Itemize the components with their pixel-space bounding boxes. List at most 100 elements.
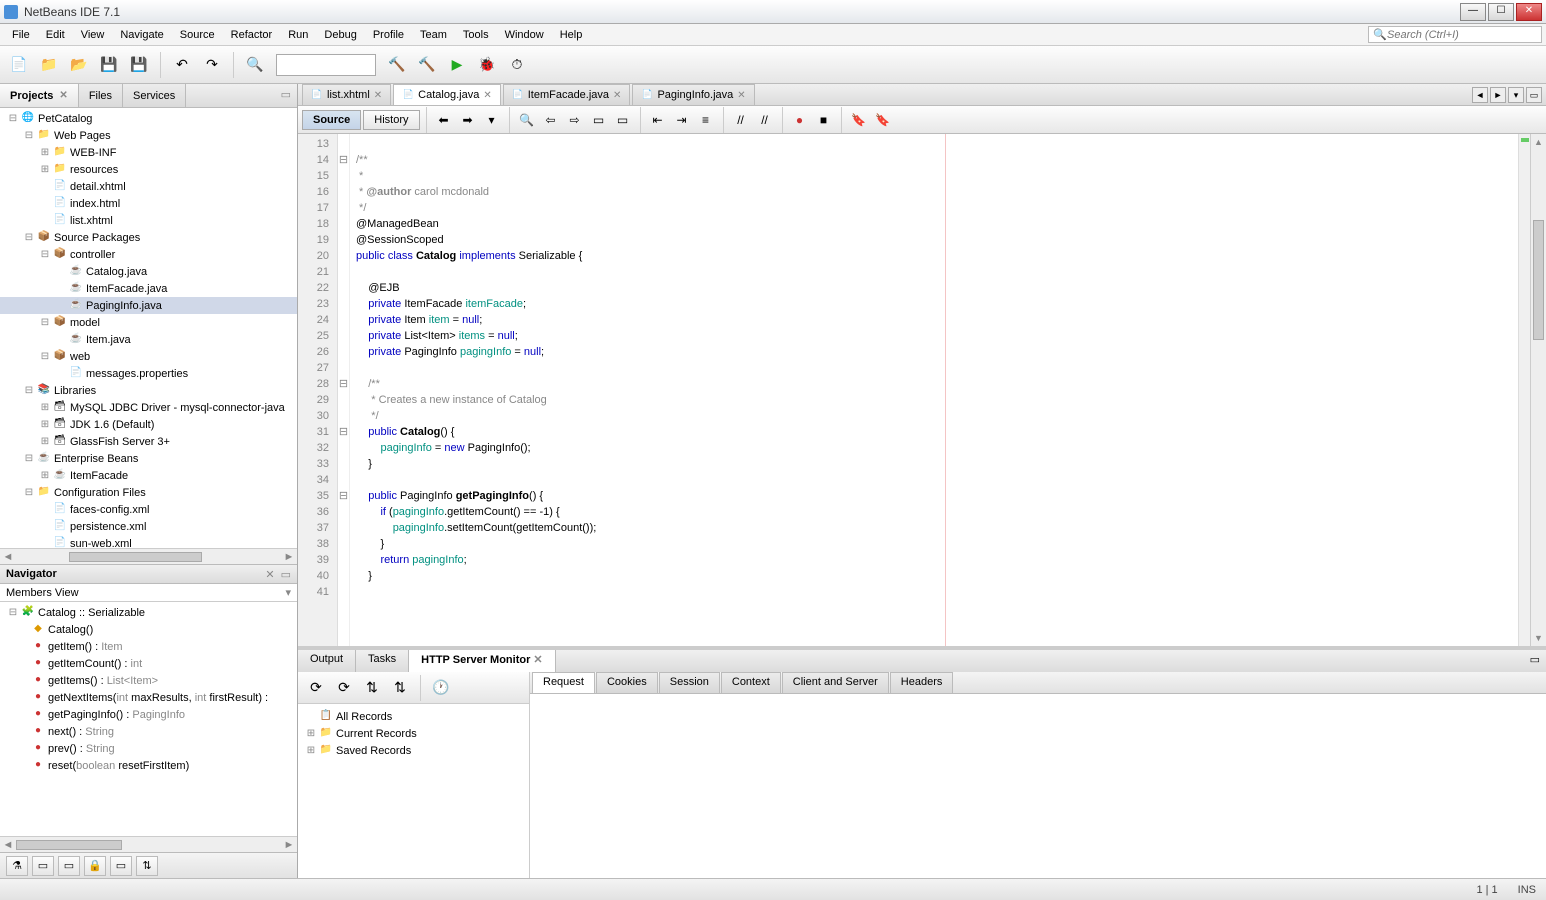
new-project-button[interactable]: 📁 <box>36 52 62 78</box>
sort-button[interactable]: ⇅ <box>136 856 158 876</box>
bookmark-button[interactable]: 🔖 <box>848 109 870 131</box>
code-editor[interactable]: /** * * @author carol mcdonald */@Manage… <box>350 134 1518 646</box>
highlight-button[interactable]: ▭ <box>588 109 610 131</box>
tree-twisty[interactable]: ⊟ <box>38 317 52 328</box>
scroll-tabs-left[interactable]: ◄ <box>1472 87 1488 103</box>
tree-twisty[interactable]: ⊞ <box>38 164 52 175</box>
editor-tab[interactable]: 📄Catalog.java✕ <box>393 84 501 105</box>
filter-button[interactable]: ⚗ <box>6 856 28 876</box>
menu-help[interactable]: Help <box>552 27 591 43</box>
member-row[interactable]: ◆Catalog() <box>0 621 297 638</box>
tree-twisty[interactable]: ⊞ <box>38 470 52 481</box>
menu-window[interactable]: Window <box>497 27 552 43</box>
undo-button[interactable]: ↶ <box>169 52 195 78</box>
uncomment-button[interactable]: // <box>754 109 776 131</box>
tree-row[interactable]: ☕Catalog.java <box>0 263 297 280</box>
menu-run[interactable]: Run <box>280 27 316 43</box>
menu-refactor[interactable]: Refactor <box>223 27 281 43</box>
sort-button[interactable]: ⇅ <box>360 676 384 700</box>
tree-twisty[interactable]: ⊟ <box>38 249 52 260</box>
tree-twisty[interactable]: ⊞ <box>38 402 52 413</box>
tree-row[interactable]: ⊞📁resources <box>0 161 297 178</box>
monitor-subtab-client-and-server[interactable]: Client and Server <box>782 672 889 693</box>
tree-twisty[interactable]: ⊞ <box>38 436 52 447</box>
tree-twisty[interactable]: ⊟ <box>22 385 36 396</box>
tree-twisty[interactable]: ⊟ <box>22 232 36 243</box>
build-button[interactable]: 🔨 <box>384 52 410 78</box>
open-button[interactable]: 📂 <box>66 52 92 78</box>
shift-right-button[interactable]: ⇥ <box>671 109 693 131</box>
member-row[interactable]: ●getPagingInfo() : PagingInfo <box>0 706 297 723</box>
member-row[interactable]: ●prev() : String <box>0 740 297 757</box>
monitor-tree[interactable]: 📋All Records⊞📁Current Records⊞📁Saved Rec… <box>298 704 529 878</box>
monitor-subtab-session[interactable]: Session <box>659 672 720 693</box>
tree-row[interactable]: ⊞🗃JDK 1.6 (Default) <box>0 416 297 433</box>
tree-row[interactable]: ☕PagingInfo.java <box>0 297 297 314</box>
tree-row[interactable]: ⊟ 🧩 Catalog :: Serializable <box>0 604 297 621</box>
next-button[interactable]: ⇨ <box>564 109 586 131</box>
tree-row[interactable]: ⊞📁Saved Records <box>300 742 527 759</box>
minimize-panel-icon[interactable]: ▭ <box>281 568 291 581</box>
menu-edit[interactable]: Edit <box>38 27 73 43</box>
close-icon[interactable]: ✕ <box>59 90 67 101</box>
editor-tab[interactable]: 📄ItemFacade.java✕ <box>503 84 631 105</box>
close-icon[interactable]: ✕ <box>737 90 745 101</box>
member-row[interactable]: ●getItems() : List<Item> <box>0 672 297 689</box>
tree-row[interactable]: ⊟📦model <box>0 314 297 331</box>
tree-row[interactable]: 📋All Records <box>300 708 527 725</box>
tree-twisty[interactable]: ⊟ <box>22 130 36 141</box>
tree-row[interactable]: 📄persistence.xml <box>0 518 297 535</box>
tree-twisty[interactable]: ⊞ <box>38 419 52 430</box>
tree-row[interactable]: 📄index.html <box>0 195 297 212</box>
close-icon[interactable]: ✕ <box>265 568 274 581</box>
panel-tab-projects[interactable]: Projects✕ <box>0 84 79 107</box>
clean-build-button[interactable]: 🔨 <box>414 52 440 78</box>
bottom-tab-output[interactable]: Output <box>298 650 356 672</box>
navigator-hscroll[interactable]: ◄ ► <box>0 836 297 852</box>
bookmark-button[interactable]: 🔖 <box>872 109 894 131</box>
member-row[interactable]: ●getNextItems(int maxResults, int firstR… <box>0 689 297 706</box>
tree-twisty[interactable]: ⊟ <box>6 113 20 124</box>
new-file-button[interactable]: 📄 <box>6 52 32 78</box>
panel-tab-services[interactable]: Services <box>123 84 186 107</box>
filter-button[interactable]: 🔒 <box>84 856 106 876</box>
monitor-subtab-cookies[interactable]: Cookies <box>596 672 658 693</box>
tree-row[interactable]: ⊞📁Current Records <box>300 725 527 742</box>
reload-button[interactable]: ⟳ <box>332 676 356 700</box>
menu-source[interactable]: Source <box>172 27 223 43</box>
tree-row[interactable]: ☕Item.java <box>0 331 297 348</box>
scroll-down-icon[interactable]: ▼ <box>1531 630 1546 646</box>
history-view-button[interactable]: History <box>363 110 419 130</box>
tree-row[interactable]: ⊟📦Source Packages <box>0 229 297 246</box>
menu-navigate[interactable]: Navigate <box>112 27 171 43</box>
tree-row[interactable]: ⊟🌐PetCatalog <box>0 110 297 127</box>
bottom-tab-http-server-monitor[interactable]: HTTP Server Monitor ✕ <box>409 650 556 672</box>
panel-tab-files[interactable]: Files <box>79 84 123 107</box>
scroll-right-icon[interactable]: ► <box>281 551 297 563</box>
toggle-button[interactable]: ▭ <box>612 109 634 131</box>
tree-row[interactable]: ⊟📚Libraries <box>0 382 297 399</box>
tree-twisty[interactable]: ⊟ <box>22 487 36 498</box>
debug-button[interactable]: 🐞 <box>474 52 500 78</box>
bottom-tab-tasks[interactable]: Tasks <box>356 650 409 672</box>
editor-tab[interactable]: 📄list.xhtml✕ <box>302 84 391 105</box>
run-button[interactable]: ▶ <box>444 52 470 78</box>
redo-button[interactable]: ↷ <box>199 52 225 78</box>
tree-row[interactable]: ⊟📦controller <box>0 246 297 263</box>
tree-row[interactable]: ⊟📁Web Pages <box>0 127 297 144</box>
timestamp-button[interactable]: 🕐 <box>429 676 453 700</box>
profile-button[interactable]: ⏱ <box>504 52 530 78</box>
tree-row[interactable]: 📄messages.properties <box>0 365 297 382</box>
tree-twisty[interactable]: ⊞ <box>304 728 318 739</box>
close-icon[interactable]: ✕ <box>530 654 542 666</box>
prev-button[interactable]: ⇦ <box>540 109 562 131</box>
projects-tree[interactable]: ⊟🌐PetCatalog⊟📁Web Pages⊞📁WEB-INF⊞📁resour… <box>0 108 297 548</box>
close-icon[interactable]: ✕ <box>483 90 491 101</box>
menu-view[interactable]: View <box>73 27 113 43</box>
tree-twisty[interactable]: ⊟ <box>22 453 36 464</box>
member-row[interactable]: ●getItem() : Item <box>0 638 297 655</box>
shift-left-button[interactable]: ⇤ <box>647 109 669 131</box>
scroll-left-icon[interactable]: ◄ <box>0 839 16 851</box>
menu-file[interactable]: File <box>4 27 38 43</box>
tree-row[interactable]: ⊞📁WEB-INF <box>0 144 297 161</box>
